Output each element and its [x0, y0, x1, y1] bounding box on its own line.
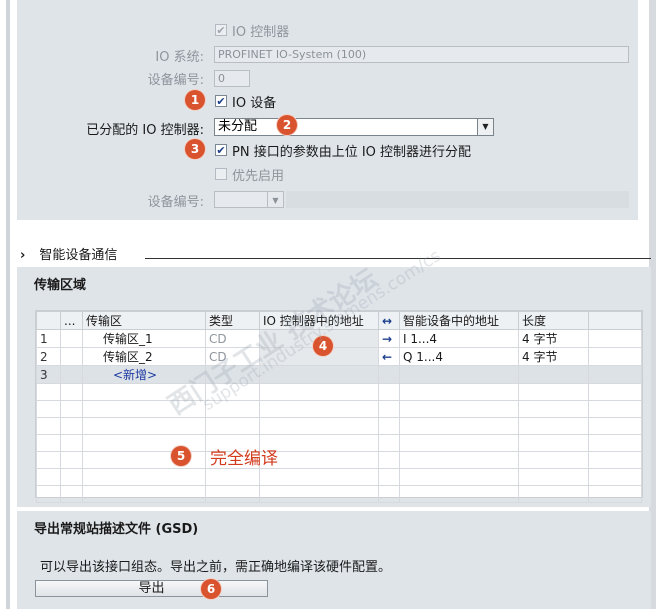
io-controller-checkbox[interactable]: ✔ — [215, 24, 227, 36]
column-header-more[interactable]: ... — [60, 311, 83, 330]
row-length[interactable]: 4 字节 — [518, 347, 589, 366]
row-controller-address[interactable] — [259, 365, 379, 384]
priority-startup-label: 优先启用 — [232, 169, 285, 184]
table-empty-row — [36, 468, 642, 486]
device-number-label: 设备编号: — [147, 73, 204, 88]
row-handle — [60, 329, 83, 348]
row-filler — [588, 329, 642, 348]
column-header-controller-address[interactable]: IO 控制器中的地址 — [259, 311, 379, 330]
chevron-down-icon[interactable]: ▼ — [267, 192, 283, 207]
assigned-controller-label: 已分配的 IO 控制器: — [86, 123, 204, 138]
row-direction-arrow-icon[interactable]: ← — [378, 347, 400, 366]
row-device-address[interactable]: Q 1...4 — [399, 347, 519, 366]
row-name[interactable]: 传输区_1 — [82, 329, 206, 348]
io-system-field[interactable]: PROFINET IO-System (100) — [214, 46, 629, 63]
row-filler — [588, 365, 642, 384]
table-empty-row — [36, 434, 642, 452]
priority-startup-checkbox[interactable]: ✔ — [215, 168, 227, 180]
table-row-add-new[interactable]: 3 <新增> — [36, 365, 642, 384]
table-row[interactable]: 1 传输区_1 CD → I 1...4 4 字节 — [36, 329, 642, 348]
table-row[interactable]: 2 传输区_2 CD ← Q 1...4 4 字节 — [36, 347, 642, 366]
left-frame-edge — [6, 0, 10, 609]
callout-badge-4: 4 — [313, 336, 333, 356]
io-device-label: IO 设备 — [232, 96, 277, 111]
compile-note: 完全编译 — [210, 449, 278, 469]
table-empty-row — [36, 451, 642, 469]
device-number2-filler — [286, 191, 629, 208]
column-header-direction[interactable]: ↔ — [378, 311, 400, 330]
column-header-index — [36, 311, 61, 330]
row-index: 1 — [36, 329, 61, 348]
transfer-area-table-container: ... 传输区 类型 IO 控制器中的地址 ↔ 智能设备中的地址 长度 1 传输… — [35, 310, 643, 503]
row-device-address[interactable]: I 1...4 — [399, 329, 519, 348]
row-handle — [60, 347, 83, 366]
device-number-field[interactable]: 0 — [214, 70, 250, 87]
table-header-row: ... 传输区 类型 IO 控制器中的地址 ↔ 智能设备中的地址 长度 — [36, 311, 642, 330]
smart-device-section-header[interactable]: › 智能设备通信 — [20, 244, 117, 263]
add-new-entry-link[interactable]: <新增> — [82, 365, 206, 384]
table-empty-row — [36, 383, 642, 401]
chevron-right-icon[interactable]: › — [20, 248, 25, 263]
row-direction[interactable] — [378, 365, 400, 384]
export-button[interactable]: 导出 — [35, 580, 268, 597]
transfer-area-table: ... 传输区 类型 IO 控制器中的地址 ↔ 智能设备中的地址 长度 1 传输… — [36, 311, 642, 503]
callout-badge-3: 3 — [185, 139, 205, 159]
row-length[interactable] — [518, 365, 589, 384]
device-number2-dropdown[interactable]: ▼ — [214, 191, 284, 208]
column-header-name[interactable]: 传输区 — [82, 311, 206, 330]
callout-badge-1: 1 — [185, 90, 205, 110]
row-device-address[interactable] — [399, 365, 519, 384]
row-index: 2 — [36, 347, 61, 366]
row-index: 3 — [36, 365, 61, 384]
device-number2-label: 设备编号: — [147, 195, 204, 210]
row-type[interactable]: CD — [205, 347, 260, 366]
table-empty-row — [36, 417, 642, 435]
gsd-export-title: 导出常规站描述文件 (GSD) — [34, 522, 199, 537]
gsd-export-description: 可以导出该接口组态。导出之前，需正确地编译该硬件配置。 — [40, 560, 392, 575]
smart-device-title: 智能设备通信 — [39, 248, 118, 263]
callout-badge-2: 2 — [277, 115, 297, 135]
column-header-length[interactable]: 长度 — [518, 311, 589, 330]
row-direction-arrow-icon[interactable]: → — [378, 329, 400, 348]
pn-param-checkbox[interactable]: ✔ — [215, 144, 227, 156]
callout-badge-5: 5 — [171, 446, 191, 466]
row-filler — [588, 347, 642, 366]
io-settings-panel — [17, 0, 638, 220]
io-device-checkbox[interactable]: ✔ — [215, 95, 227, 107]
row-type[interactable] — [205, 365, 260, 384]
io-system-label: IO 系统: — [155, 50, 204, 65]
row-length[interactable]: 4 字节 — [518, 329, 589, 348]
row-handle — [60, 365, 83, 384]
table-empty-row — [36, 485, 642, 503]
io-controller-label: IO 控制器 — [232, 25, 290, 40]
column-header-device-address[interactable]: 智能设备中的地址 — [399, 311, 519, 330]
assigned-controller-value: 未分配 — [218, 119, 258, 134]
section-divider — [145, 258, 651, 259]
chevron-down-icon[interactable]: ▼ — [477, 119, 493, 135]
column-header-filler — [588, 311, 642, 330]
column-header-type[interactable]: 类型 — [205, 311, 260, 330]
transfer-area-title: 传输区域 — [34, 278, 87, 293]
pn-param-label: PN 接口的参数由上位 IO 控制器进行分配 — [232, 145, 472, 160]
row-type[interactable]: CD — [205, 329, 260, 348]
callout-badge-6: 6 — [201, 579, 221, 599]
table-empty-row — [36, 400, 642, 418]
row-name[interactable]: 传输区_2 — [82, 347, 206, 366]
assigned-controller-dropdown[interactable]: 未分配 ▼ — [214, 118, 494, 136]
